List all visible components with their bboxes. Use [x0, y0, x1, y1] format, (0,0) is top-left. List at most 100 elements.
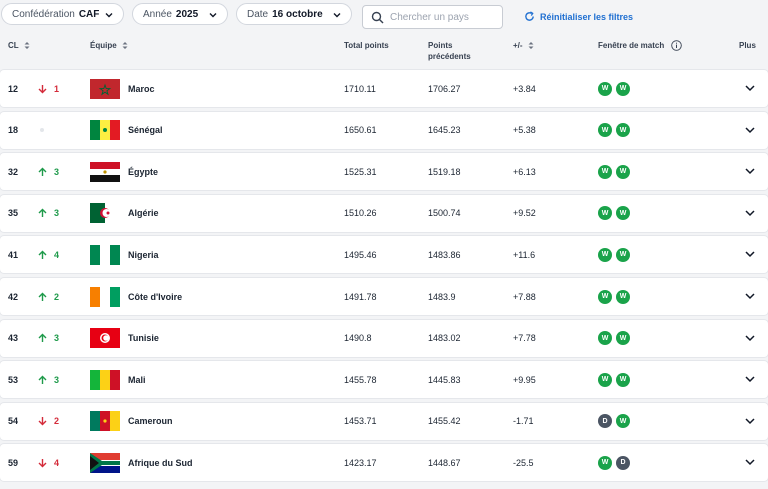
table-row[interactable]: 12 1 Maroc 1710.11 1706.27 +3.84 W W: [0, 70, 768, 107]
expand-row-button[interactable]: [745, 320, 755, 357]
match-result-badge[interactable]: W: [616, 81, 630, 96]
reset-filters-button[interactable]: Réinitialiser les filtres: [524, 11, 633, 22]
match-window-results: WW: [598, 153, 634, 190]
arrow-up-icon: [38, 250, 54, 260]
expand-row-button[interactable]: [745, 361, 755, 398]
expand-row-button[interactable]: [745, 444, 755, 481]
match-result-badge[interactable]: W: [616, 123, 630, 138]
match-result-badge[interactable]: W: [616, 206, 630, 221]
rank-change-up: 2: [38, 278, 59, 315]
confederation-value: CAF: [78, 8, 100, 20]
previous-points: 1706.27: [428, 83, 461, 94]
match-result-badge[interactable]: W: [598, 164, 612, 179]
team-name[interactable]: Nigeria: [128, 236, 159, 273]
points-diff: +3.84: [513, 83, 536, 94]
table-row[interactable]: 53 3 Mali 1455.78 1445.83 +9.95 W W: [0, 361, 768, 399]
match-result-badge[interactable]: W: [598, 123, 612, 138]
sort-icon: [24, 42, 30, 50]
table-row[interactable]: 18 Sénégal 1650.61 1645.23 +5.38 W W: [0, 111, 768, 149]
rank-change-value: 4: [54, 249, 60, 260]
table-row[interactable]: 41 4 Nigeria 1495.46 1483.86 +11.6 W W: [0, 236, 768, 274]
match-result-badge[interactable]: W: [616, 289, 630, 304]
rank-value: 35: [8, 208, 19, 219]
match-result-badge[interactable]: W: [598, 289, 612, 304]
team-flag: [90, 403, 120, 440]
points-diff: +7.78: [513, 333, 536, 344]
country-search-input[interactable]: Chercher un pays: [362, 5, 503, 29]
team-name[interactable]: Afrique du Sud: [128, 444, 193, 481]
expand-row-button[interactable]: [745, 403, 755, 440]
match-result-badge[interactable]: W: [598, 455, 612, 470]
match-result-badge[interactable]: D: [616, 455, 630, 470]
team-name[interactable]: Maroc: [128, 70, 155, 107]
table-row[interactable]: 35 3 Algérie 1510.26 1500.74 +9.52 W W: [0, 194, 768, 232]
table-row[interactable]: 59 4 Afrique du Sud 1423.17 1448.67 -25.5 W D: [0, 444, 768, 482]
team-name[interactable]: Algérie: [128, 195, 159, 232]
match-result-badge[interactable]: W: [616, 164, 630, 179]
table-row[interactable]: 43 3 Tunisie 1490.8 1483.02 +7.78 W W: [0, 319, 768, 357]
rank-value: 53: [8, 374, 19, 385]
table-row[interactable]: 54 2 Cameroun 1453.71 1455.42 -1.71 D W: [0, 402, 768, 440]
team-name[interactable]: Égypte: [128, 153, 158, 190]
diff-column-header[interactable]: +/-: [513, 40, 534, 51]
rank-value: 42: [8, 291, 19, 302]
year-dropdown[interactable]: Année 2025: [132, 3, 228, 25]
previous-points: 1483.9: [428, 291, 456, 302]
sort-icon: [528, 42, 534, 50]
total-points: 1423.17: [344, 457, 377, 468]
tunisia-flag: [90, 328, 120, 349]
team-column-header[interactable]: Équipe: [90, 40, 128, 51]
match-result-badge[interactable]: W: [616, 331, 630, 346]
team-flag: [90, 361, 120, 398]
team-name[interactable]: Côte d'Ivoire: [128, 278, 182, 315]
match-result-badge[interactable]: W: [616, 247, 630, 262]
match-window-results: WW: [598, 195, 634, 232]
match-result-badge[interactable]: W: [598, 331, 612, 346]
match-result-badge[interactable]: W: [598, 372, 612, 387]
match-result-badge[interactable]: W: [598, 81, 612, 96]
expand-row-button[interactable]: [745, 236, 755, 273]
team-name[interactable]: Mali: [128, 361, 146, 398]
match-window-results: WD: [598, 444, 634, 481]
previous-points-header: Points précédents: [428, 41, 471, 61]
match-result-badge[interactable]: W: [598, 206, 612, 221]
expand-row-button[interactable]: [745, 112, 755, 149]
table-row[interactable]: 42 2 Côte d'Ivoire 1491.78 1483.9 +7.88 W W: [0, 278, 768, 315]
expand-row-button[interactable]: [745, 70, 755, 107]
date-dropdown[interactable]: Date 16 octobre: [236, 3, 352, 25]
rank-value: 41: [8, 249, 19, 260]
team-name[interactable]: Sénégal: [128, 112, 163, 149]
rank-change-down: 1: [38, 70, 59, 107]
expand-row-button[interactable]: [745, 195, 755, 232]
rank-change-value: 2: [54, 291, 60, 302]
table-row[interactable]: 32 3 Égypte 1525.31 1519.18 +6.13 W W: [0, 153, 768, 191]
confederation-dropdown[interactable]: Confédération CAF: [1, 3, 124, 25]
info-icon[interactable]: [671, 40, 683, 52]
match-result-badge[interactable]: W: [616, 372, 630, 387]
previous-points: 1448.67: [428, 457, 461, 468]
team-name[interactable]: Cameroun: [128, 403, 173, 440]
rank-value: 12: [8, 83, 19, 94]
date-value: 16 octobre: [272, 8, 323, 20]
match-result-badge[interactable]: W: [598, 247, 612, 262]
expand-row-button[interactable]: [745, 278, 755, 315]
team-flag: [90, 236, 120, 273]
points-diff: +5.38: [513, 125, 536, 136]
team-flag: [90, 195, 120, 232]
sort-icon: [122, 42, 128, 50]
match-result-badge[interactable]: D: [598, 414, 612, 429]
rank-column-header[interactable]: CL: [8, 40, 30, 51]
team-name[interactable]: Tunisie: [128, 320, 159, 357]
points-diff: +9.52: [513, 208, 536, 219]
expand-row-button[interactable]: [745, 153, 755, 190]
match-result-badge[interactable]: W: [616, 414, 630, 429]
egypt-flag: [90, 161, 120, 182]
match-window-header: Fenêtre de match: [598, 40, 683, 52]
total-points: 1495.46: [344, 249, 377, 260]
points-diff: +6.13: [513, 166, 536, 177]
chevron-down-icon: [333, 13, 341, 18]
rank-change-value: 3: [54, 333, 60, 344]
match-window-results: WW: [598, 361, 634, 398]
points-diff: -25.5: [513, 457, 534, 468]
search-placeholder: Chercher un pays: [390, 11, 469, 23]
